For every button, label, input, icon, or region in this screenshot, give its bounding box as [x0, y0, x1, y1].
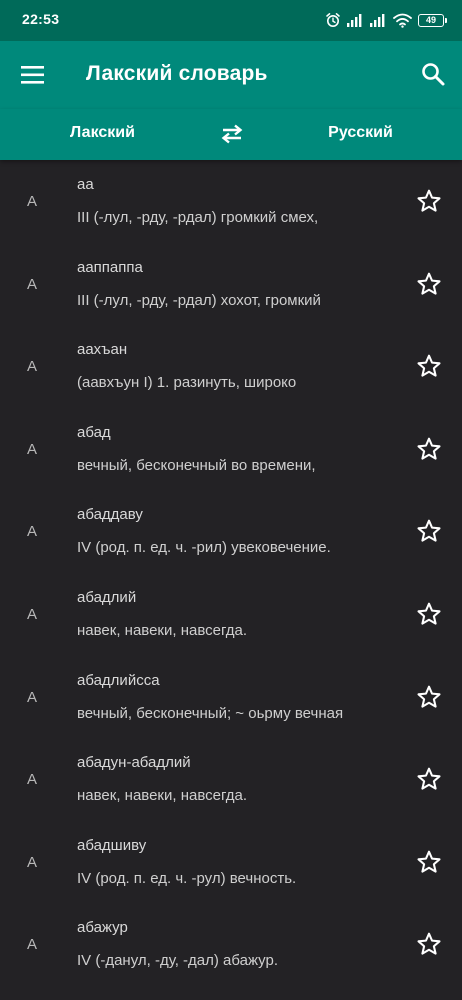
- entry-definition: IV (-данул, -ду, -дал) абажур.: [77, 952, 279, 970]
- entry-word: абажур: [77, 919, 128, 937]
- star-icon[interactable]: [416, 931, 442, 957]
- entry-letter: А: [27, 193, 38, 210]
- app-toolbar: Лакский словарь: [0, 41, 462, 109]
- star-icon[interactable]: [416, 518, 442, 544]
- entry-word: абадшиву: [77, 836, 147, 854]
- list-item[interactable]: А аахъан (аавхъун I) 1. разинуть, широко: [0, 325, 462, 408]
- alarm-icon: [325, 12, 341, 28]
- star-icon[interactable]: [416, 601, 442, 627]
- list-item[interactable]: А аа III (-лул, -рду, -рдал) громкий сме…: [0, 160, 462, 243]
- entry-definition: III (-лул, -рду, -рдал) хохот, громкий: [77, 291, 321, 309]
- entry-letter: А: [27, 275, 38, 293]
- target-language-button[interactable]: Русский: [298, 124, 423, 142]
- entry-letter: А: [27, 358, 38, 376]
- list-item[interactable]: А ааппаппа III (-лул, -рду, -рдал) хохот…: [0, 243, 462, 326]
- list-item[interactable]: А абадлийсса вечный, бесконечный; ~ оьрм…: [0, 656, 462, 739]
- entry-word: ааппаппа: [77, 258, 143, 276]
- star-icon[interactable]: [416, 766, 442, 792]
- entry-definition: навек, навеки, навсегда.: [77, 621, 248, 639]
- battery-icon: 49: [418, 13, 447, 27]
- list-item[interactable]: А абажур IV (-данул, -ду, -дал) абажур.: [0, 903, 462, 986]
- signal-icon: [370, 13, 387, 27]
- entry-letter: А: [27, 523, 38, 541]
- status-icons: 49: [325, 10, 447, 30]
- word-list: А аа III (-лул, -рду, -рдал) громкий сме…: [0, 160, 462, 986]
- search-icon[interactable]: [420, 61, 446, 87]
- status-bar: 22:53 49: [0, 0, 462, 41]
- entry-definition: вечный, бесконечный; ~ оьрму вечная: [77, 704, 344, 722]
- star-icon[interactable]: [416, 353, 442, 379]
- star-icon[interactable]: [416, 271, 442, 297]
- list-item[interactable]: А абадлий навек, навеки, навсегда.: [0, 573, 462, 656]
- entry-word: абаддаву: [77, 506, 143, 524]
- list-item[interactable]: А абадун-абадлий навек, навеки, навсегда…: [0, 738, 462, 821]
- entry-word: абад: [77, 423, 111, 441]
- status-time: 22:53: [22, 11, 60, 27]
- entry-definition: вечный, бесконечный во времени,: [77, 456, 316, 474]
- entry-letter: А: [27, 853, 38, 871]
- wifi-icon: [393, 13, 412, 28]
- entry-definition: III (-лул, -рду, -рдал) громкий смех,: [77, 209, 319, 226]
- entry-letter: А: [27, 771, 38, 789]
- language-bar: Лакский Русский: [0, 109, 462, 160]
- entry-definition: IV (род. п. ед. ч. -рул) вечность.: [77, 869, 297, 887]
- menu-icon[interactable]: [20, 63, 46, 87]
- source-language-button[interactable]: Лакский: [40, 124, 165, 142]
- list-item[interactable]: А абадшиву IV (род. п. ед. ч. -рул) вечн…: [0, 821, 462, 904]
- app-title: Лакский словарь: [86, 62, 268, 85]
- entry-letter: А: [27, 688, 38, 706]
- swap-icon[interactable]: [220, 123, 244, 145]
- entry-letter: А: [27, 936, 38, 954]
- entry-word: аахъан: [77, 341, 128, 359]
- star-icon[interactable]: [416, 684, 442, 710]
- entry-definition: навек, навеки, навсегда.: [77, 787, 248, 805]
- entry-letter: А: [27, 605, 38, 623]
- entry-word: аа: [77, 176, 94, 193]
- entry-word: абадун-абадлий: [77, 754, 191, 772]
- list-item[interactable]: А абаддаву IV (род. п. ед. ч. -рил) увек…: [0, 490, 462, 573]
- entry-definition: (аавхъун I) 1. разинуть, широко: [77, 374, 297, 392]
- list-item[interactable]: А абад вечный, бесконечный во времени,: [0, 408, 462, 491]
- star-icon[interactable]: [416, 188, 442, 214]
- entry-letter: А: [27, 440, 38, 458]
- star-icon[interactable]: [416, 436, 442, 462]
- signal-icon: [347, 13, 364, 27]
- entry-word: абадлийсса: [77, 671, 160, 689]
- star-icon[interactable]: [416, 849, 442, 875]
- entry-definition: IV (род. п. ед. ч. -рил) увековечение.: [77, 539, 331, 557]
- entry-word: абадлий: [77, 588, 137, 606]
